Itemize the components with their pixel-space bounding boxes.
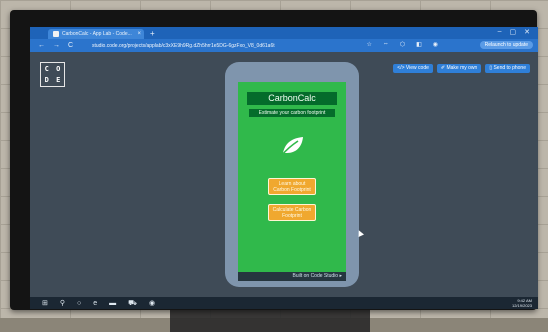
send-to-phone-button[interactable]: ▯ Send to phone <box>485 64 530 73</box>
applab-page: C O D E </> View code ✐ Make my own ▯ Se… <box>30 52 538 297</box>
browser-toolbar: ← → C studio.code.org/projects/applab/c3… <box>30 39 538 52</box>
edge-icon[interactable]: e <box>93 300 97 307</box>
tv-bezel: CarbonCalc - App Lab - Code... × + – ▢ ✕… <box>10 10 538 310</box>
file-explorer-icon[interactable]: ▬ <box>109 300 116 307</box>
phone-frame: CarbonCalc Estimate your carbon footprin… <box>225 62 359 287</box>
reload-button[interactable]: C <box>68 42 73 49</box>
chrome-icon[interactable]: ◉ <box>149 299 155 307</box>
windows-taskbar: ⊞ ⚲ ○ e ▬ ⛟ ◉ 9:42 AM 12/19/2023 <box>30 297 538 309</box>
window-controls: – ▢ ✕ <box>498 28 530 36</box>
app-title: CarbonCalc <box>247 92 337 105</box>
address-bar[interactable]: studio.code.org/projects/applab/c3xXE9h9… <box>92 41 392 50</box>
mouse-cursor-icon <box>356 229 364 237</box>
browser-tab[interactable]: CarbonCalc - App Lab - Code... × <box>48 29 144 39</box>
calculate-carbon-footprint-button[interactable]: Calculate Carbon Footprint <box>268 204 316 221</box>
new-tab-button[interactable]: + <box>150 29 155 38</box>
share-icon[interactable]: ⇔ <box>383 41 389 48</box>
close-window-button[interactable]: ✕ <box>524 28 530 36</box>
search-icon[interactable]: ⚲ <box>60 299 65 307</box>
forward-button[interactable]: → <box>53 42 60 49</box>
view-code-button[interactable]: </> View code <box>393 64 433 73</box>
app-subtitle: Estimate your carbon footprint <box>249 109 335 117</box>
leaf-icon <box>281 137 303 156</box>
logo-letter: O <box>56 64 61 73</box>
system-clock[interactable]: 9:42 AM 12/19/2023 <box>512 298 532 308</box>
code-org-logo[interactable]: C O D E <box>40 62 65 87</box>
minimize-button[interactable]: – <box>498 28 502 36</box>
learn-carbon-footprint-button[interactable]: Learn about Carbon Footprint <box>268 178 316 195</box>
app-screen: CarbonCalc Estimate your carbon footprin… <box>238 82 346 272</box>
sidepanel-icon[interactable]: ◧ <box>416 41 422 48</box>
make-my-own-button[interactable]: ✐ Make my own <box>436 64 482 73</box>
screen: CarbonCalc - App Lab - Code... × + – ▢ ✕… <box>30 27 538 309</box>
profile-icon[interactable]: ◉ <box>433 41 438 48</box>
maximize-button[interactable]: ▢ <box>510 28 517 36</box>
extensions-icon[interactable]: ⬡ <box>400 41 405 48</box>
project-actions: </> View code ✐ Make my own ▯ Send to ph… <box>393 64 530 73</box>
task-view-icon[interactable]: ○ <box>77 300 81 307</box>
bookmark-star-icon[interactable]: ☆ <box>366 41 371 48</box>
clock-date: 12/19/2023 <box>511 303 532 308</box>
tab-favicon-icon <box>53 31 59 37</box>
browser-tabbar: CarbonCalc - App Lab - Code... × + – ▢ ✕ <box>30 27 538 39</box>
tv-stand <box>170 310 370 332</box>
toolbar-icons: ☆ ⇔ ⬡ ◧ ◉ <box>366 41 438 48</box>
relaunch-button[interactable]: Relaunch to update <box>479 41 533 49</box>
start-icon[interactable]: ⊞ <box>42 299 48 307</box>
url-text: studio.code.org/projects/applab/c3xXE9h9… <box>92 42 275 49</box>
built-on-code-studio-link[interactable]: Built on Code Studio ▸ <box>238 272 346 281</box>
tab-close-icon[interactable]: × <box>137 31 141 37</box>
logo-letter: E <box>56 76 61 85</box>
store-icon[interactable]: ⛟ <box>128 299 137 308</box>
tab-title: CarbonCalc - App Lab - Code... <box>62 31 132 37</box>
back-button[interactable]: ← <box>38 42 45 49</box>
logo-letter: C <box>44 64 49 73</box>
logo-letter: D <box>44 76 49 85</box>
